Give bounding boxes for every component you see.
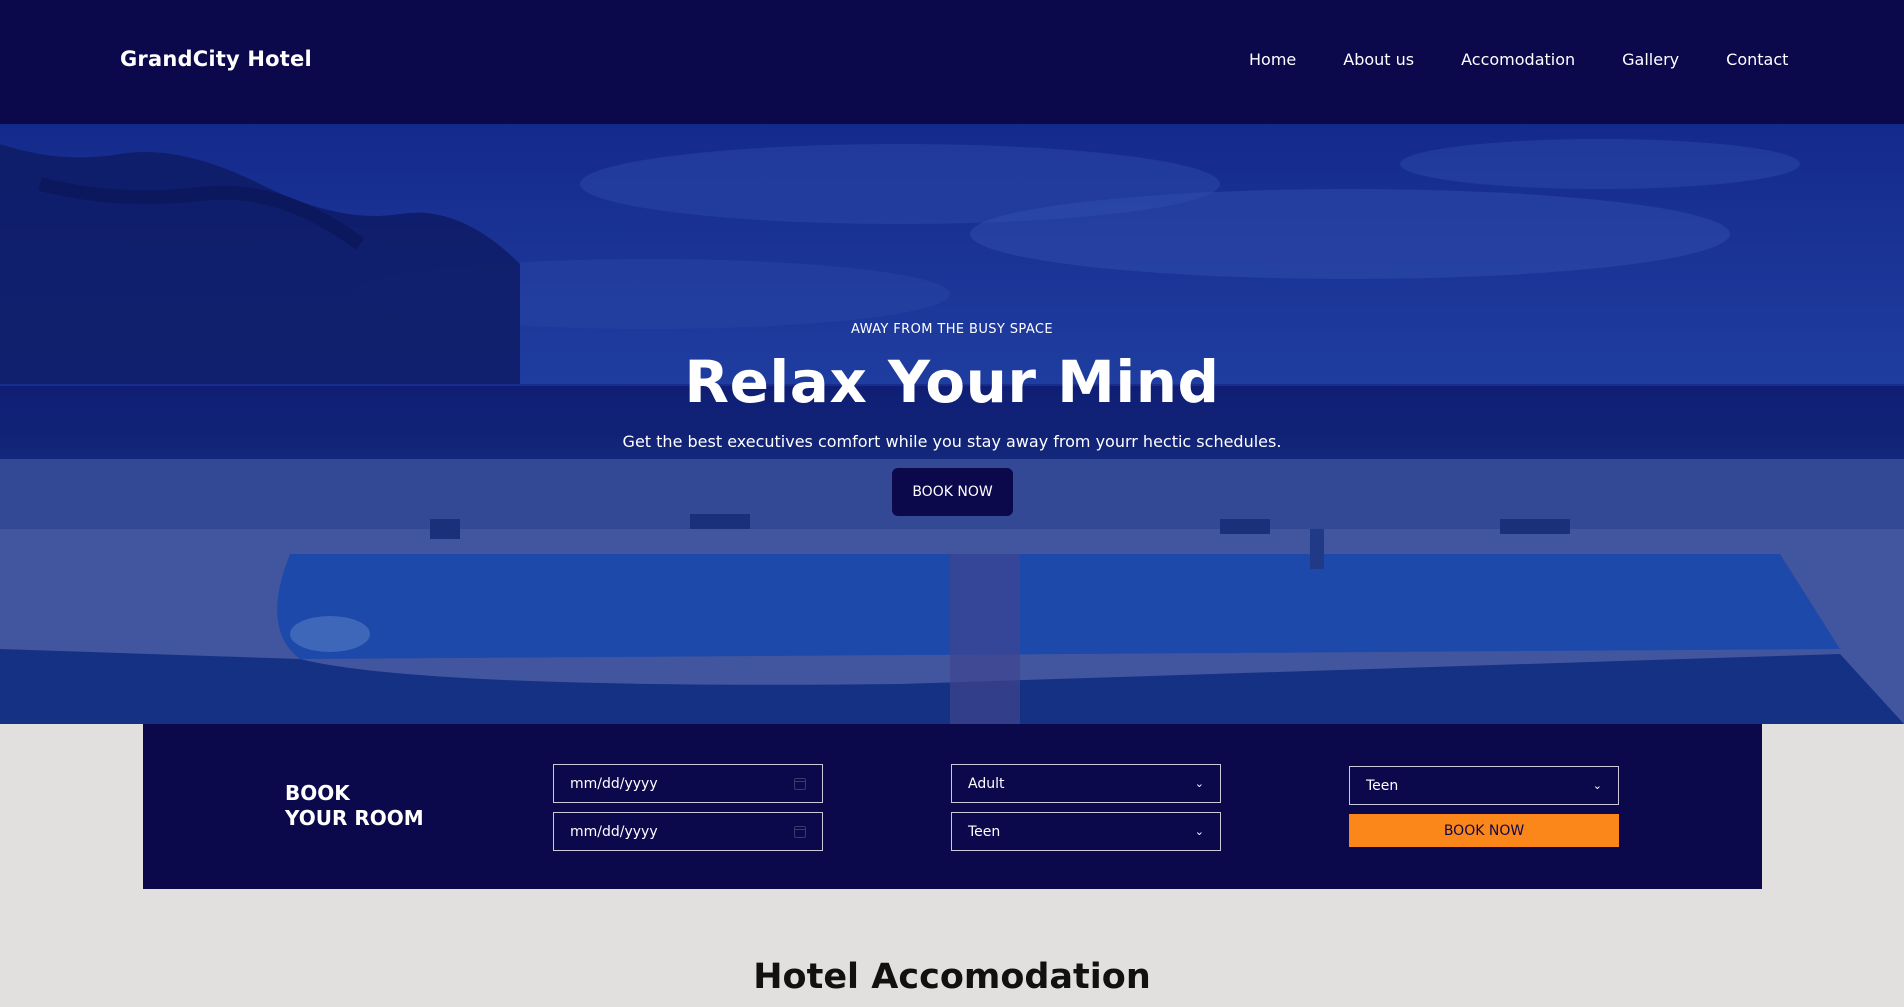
checkin-date-input[interactable]: mm/dd/yyyy bbox=[553, 764, 823, 803]
navbar: GrandCity Hotel Home About us Accomodati… bbox=[0, 0, 1904, 124]
checkout-date-input[interactable]: mm/dd/yyyy bbox=[553, 812, 823, 851]
nav-link-home[interactable]: Home bbox=[1249, 50, 1296, 69]
booking-title-line1: BOOK bbox=[285, 781, 350, 805]
hero-title: Relax Your Mind bbox=[684, 348, 1220, 416]
hero-book-now-button[interactable]: BOOK NOW bbox=[892, 468, 1013, 516]
teen-select-1-value: Teen bbox=[968, 823, 1001, 840]
hero-subtitle: Get the best executives comfort while yo… bbox=[622, 432, 1282, 451]
hero-content: AWAY FROM THE BUSY SPACE Relax Your Mind… bbox=[0, 124, 1904, 724]
chevron-down-icon: ⌄ bbox=[1592, 779, 1602, 792]
nav-link-contact[interactable]: Contact bbox=[1726, 50, 1788, 69]
teen-select-2[interactable]: Teen ⌄ bbox=[1349, 766, 1619, 805]
calendar-icon[interactable] bbox=[794, 777, 806, 790]
calendar-icon[interactable] bbox=[794, 825, 806, 838]
hero-eyebrow: AWAY FROM THE BUSY SPACE bbox=[850, 322, 1053, 337]
adult-select-value: Adult bbox=[968, 775, 1005, 792]
nav-link-accomodation[interactable]: Accomodation bbox=[1461, 50, 1575, 69]
teen-select-2-value: Teen bbox=[1366, 777, 1399, 794]
checkin-date-placeholder: mm/dd/yyyy bbox=[570, 775, 658, 792]
accomodation-section-title: Hotel Accomodation bbox=[753, 957, 1151, 997]
chevron-down-icon: ⌄ bbox=[1194, 825, 1204, 838]
chevron-down-icon: ⌄ bbox=[1194, 777, 1204, 790]
nav-menu: Home About us Accomodation Gallery Conta… bbox=[1249, 50, 1788, 69]
booking-title: BOOK YOUR ROOM bbox=[285, 781, 424, 831]
nav-link-gallery[interactable]: Gallery bbox=[1622, 50, 1679, 69]
nav-link-about[interactable]: About us bbox=[1343, 50, 1414, 69]
checkout-date-placeholder: mm/dd/yyyy bbox=[570, 823, 658, 840]
booking-panel: BOOK YOUR ROOM mm/dd/yyyy mm/dd/yyyy Adu… bbox=[143, 724, 1762, 889]
hero-section: AWAY FROM THE BUSY SPACE Relax Your Mind… bbox=[0, 124, 1904, 724]
teen-select-1[interactable]: Teen ⌄ bbox=[951, 812, 1221, 851]
brand-logo[interactable]: GrandCity Hotel bbox=[120, 47, 312, 71]
booking-book-now-button[interactable]: BOOK NOW bbox=[1349, 814, 1619, 847]
adult-select[interactable]: Adult ⌄ bbox=[951, 764, 1221, 803]
booking-title-line2: YOUR ROOM bbox=[285, 806, 424, 830]
